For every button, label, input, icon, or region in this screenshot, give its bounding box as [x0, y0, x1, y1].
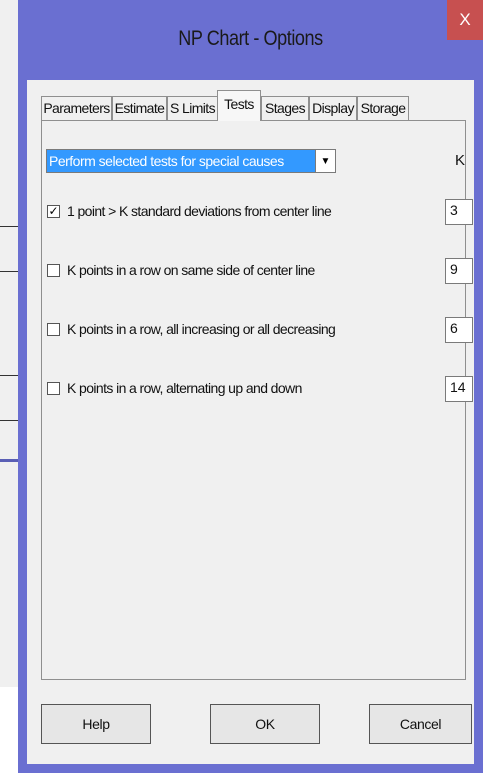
tab-estimate[interactable]: Estimate [112, 96, 167, 120]
background-button [0, 375, 19, 421]
test-2-k-input[interactable]: 9 [445, 258, 473, 284]
test-3-label: K points in a row, all increasing or all… [67, 321, 336, 337]
tab-display[interactable]: Display [309, 96, 357, 120]
test-2-label: K points in a row on same side of center… [67, 262, 315, 278]
tab-s-limits[interactable]: S Limits [167, 96, 218, 120]
test-3-k-input[interactable]: 6 [445, 317, 473, 343]
cancel-button[interactable]: Cancel [369, 704, 472, 744]
tab-stages[interactable]: Stages [261, 96, 309, 120]
test-2-checkbox[interactable] [47, 264, 60, 277]
tab-tests[interactable]: Tests [217, 90, 261, 121]
tests-mode-dropdown[interactable]: Perform selected tests for special cause… [46, 149, 336, 173]
test-4-k-input[interactable]: 14 [445, 376, 473, 402]
test-row-3: K points in a row, all increasing or all… [46, 317, 473, 343]
ok-button[interactable]: OK [210, 704, 320, 744]
test-row-2: K points in a row on same side of center… [46, 258, 473, 284]
k-column-header: K [455, 152, 466, 169]
test-4-checkbox[interactable] [47, 382, 60, 395]
test-1-checkbox[interactable]: ✓ [47, 205, 60, 218]
dropdown-selected-value: Perform selected tests for special cause… [47, 150, 315, 172]
np-chart-options-dialog: NP Chart - Options X Parameters Estimate… [18, 0, 483, 773]
chevron-down-icon[interactable]: ▼ [315, 150, 335, 172]
dialog-client-area: Parameters Estimate S Limits Tests Stage… [27, 80, 474, 764]
test-4-label: K points in a row, alternating up and do… [67, 380, 302, 396]
tab-storage[interactable]: Storage [357, 96, 409, 120]
test-row-1: ✓ 1 point > K standard deviations from c… [46, 199, 473, 225]
help-button[interactable]: Help [41, 704, 151, 744]
tab-parameters[interactable]: Parameters [41, 96, 112, 120]
dialog-title: NP Chart - Options [178, 27, 323, 50]
test-1-label: 1 point > K standard deviations from cen… [67, 203, 332, 219]
close-button[interactable]: X [447, 0, 483, 40]
test-3-checkbox[interactable] [47, 323, 60, 336]
tests-tab-panel: Perform selected tests for special cause… [41, 120, 473, 680]
title-bar[interactable]: NP Chart - Options X [18, 0, 483, 80]
test-row-4: K points in a row, alternating up and do… [46, 376, 473, 402]
test-1-k-input[interactable]: 3 [445, 199, 473, 225]
background-button [0, 226, 19, 272]
